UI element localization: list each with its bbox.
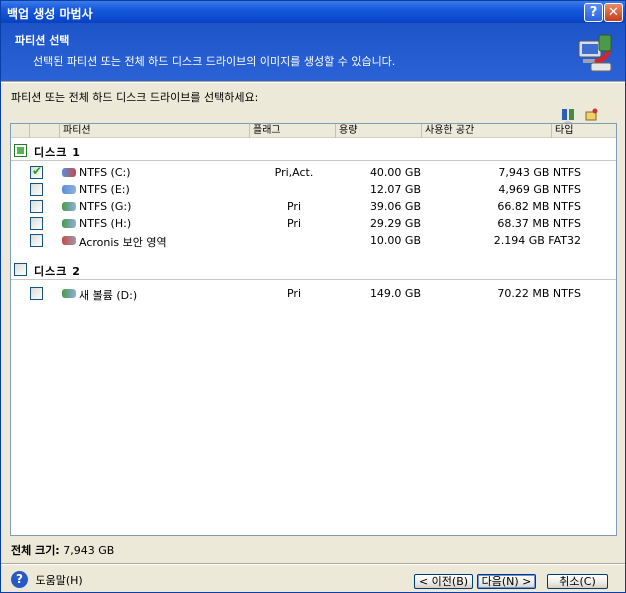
partition-icon [62,185,76,194]
group-divider [11,160,616,161]
partition-icon [62,236,76,245]
partition-row[interactable]: ✔ NTFS (C:) Pri,Act. 40.00 GB 7,943 GB N… [11,164,616,181]
partition-name: NTFS (E:) [79,183,130,196]
col-flags[interactable]: 플래그 [249,124,335,138]
partition-capacity: 10.00 GB [369,234,421,247]
step-title: 파티션 선택 [15,34,70,47]
partition-icon [62,289,76,298]
footer-separator [1,563,625,565]
partition-used: 7,943 GB NTFS [498,166,581,179]
close-button[interactable]: ✕ [604,3,623,22]
list-toolbar: i [561,108,625,134]
sort-icon[interactable] [561,108,575,121]
partition-icon [62,168,76,177]
column-header: 파티션 플래그 용량 사용한 공간 타입 [11,124,616,138]
help-link[interactable]: ? 도움말(H) [11,571,83,589]
partition-checkbox[interactable] [30,200,43,213]
partition-name: NTFS (H:) [79,217,132,230]
partition-name: NTFS (C:) [79,166,131,179]
col-used[interactable]: 사용한 공간 [421,124,551,138]
total-size-label: 전체 크기: [11,544,60,557]
help-label[interactable]: 도움말(H) [36,574,83,587]
partition-flags: Pri,Act. [274,166,314,179]
partition-icon [62,219,76,228]
partition-checkbox[interactable] [30,183,43,196]
col-capacity[interactable]: 용량 [335,124,421,138]
partition-used: 66.82 MB NTFS [497,200,581,213]
partition-capacity: 40.00 GB [369,166,421,179]
partition-name: 새 볼륨 (D:) [79,289,138,302]
partition-used: 2.194 GB FAT32 [493,234,581,247]
partition-list: 파티션 플래그 용량 사용한 공간 타입 디스크 1 ✔ NTFS (C:) P… [10,123,617,536]
partition-capacity: 12.07 GB [369,183,421,196]
disk-group-2: 디스크 2 [11,260,616,280]
col-partition[interactable]: 파티션 [59,124,249,138]
partition-name: NTFS (G:) [79,200,132,213]
partition-icon [62,202,76,211]
checkmark-icon: ✔ [32,164,43,178]
help-title-button[interactable]: ? [584,3,603,22]
partition-checkbox[interactable] [30,234,43,247]
properties-icon[interactable] [585,108,599,121]
disk-1-checkbox[interactable] [14,144,27,157]
partition-checkbox[interactable] [30,287,43,300]
partition-capacity: 29.29 GB [369,217,421,230]
total-size: 전체 크기: 7,943 GB [11,542,114,558]
partition-name: Acronis 보안 영역 [79,236,167,249]
col-type[interactable]: 타입 [551,124,616,138]
partition-used: 4,969 GB NTFS [498,183,581,196]
partition-flags: Pri [286,217,302,230]
step-description: 선택된 파티션 또는 전체 하드 디스크 드라이브의 이미지를 생성할 수 있습… [33,55,396,68]
partition-flags: Pri [286,200,302,213]
cancel-button[interactable]: 취소(C) [547,574,608,589]
disk-2-checkbox[interactable] [14,263,27,276]
partition-capacity: 149.0 GB [369,287,421,300]
partition-used: 70.22 MB NTFS [497,287,581,300]
partition-used: 68.37 MB NTFS [497,217,581,230]
disk-group-1: 디스크 1 [11,141,616,161]
partition-row[interactable]: NTFS (E:) 12.07 GB 4,969 GB NTFS [11,181,616,198]
group-divider [11,279,616,280]
backup-wizard-window: 백업 생성 마법사 ? ✕ 파티션 선택 선택된 파티션 또는 전체 하드 디스… [0,0,626,593]
partition-row[interactable]: NTFS (H:) Pri 29.29 GB 68.37 MB NTFS [11,215,616,232]
partition-capacity: 39.06 GB [369,200,421,213]
header-separator [1,81,625,83]
select-column-header[interactable] [29,124,59,138]
partition-row[interactable]: 새 볼륨 (D:) Pri 149.0 GB 70.22 MB NTFS [11,285,616,302]
disk-label: 디스크 1 [34,146,81,159]
title-bar[interactable]: 백업 생성 마법사 ? ✕ [1,1,625,23]
wizard-header: 파티션 선택 선택된 파티션 또는 전체 하드 디스크 드라이브의 이미지를 생… [1,23,625,81]
instruction-text: 파티션 또는 전체 하드 디스크 드라이브를 선택하세요: [11,91,259,104]
backup-wizard-icon [578,34,612,72]
help-icon[interactable]: ? [11,571,28,588]
partition-row[interactable]: NTFS (G:) Pri 39.06 GB 66.82 MB NTFS [11,198,616,215]
disk-label: 디스크 2 [34,265,81,278]
window-title: 백업 생성 마법사 [7,7,93,21]
partition-row[interactable]: Acronis 보안 영역 10.00 GB 2.194 GB FAT32 [11,232,616,249]
total-size-value: 7,943 GB [63,544,115,557]
next-button[interactable]: 다음(N) > [477,574,536,589]
back-button[interactable]: < 이전(B) [414,574,473,589]
partition-flags: Pri [286,287,302,300]
partition-checkbox[interactable] [30,217,43,230]
